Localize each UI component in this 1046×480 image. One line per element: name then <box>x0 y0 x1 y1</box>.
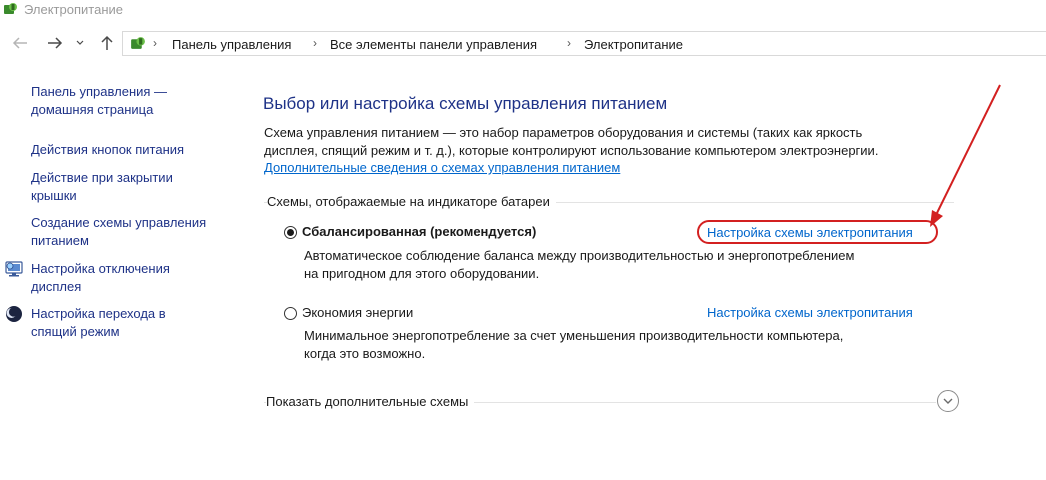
page-title: Выбор или настройка схемы управления пит… <box>263 94 668 113</box>
sidebar-item-sleep[interactable]: Настройка перехода в спящий режим <box>31 305 166 341</box>
sidebar-item-label: Панель управления — <box>31 84 168 99</box>
sidebar-item-label: Действие при закрытии <box>31 170 173 185</box>
sidebar-item-label: спящий режим <box>31 324 120 339</box>
plan-description-line: Минимальное энергопотребление за счет ум… <box>304 328 844 343</box>
sleep-moon-icon <box>6 306 22 322</box>
breadcrumb-separator-icon: › <box>567 36 571 50</box>
power-saver-plan-settings-link[interactable]: Настройка схемы электропитания <box>707 305 913 320</box>
description-line: дисплея, спящий режим и т. д.), которые … <box>264 143 879 158</box>
chevron-down-icon <box>943 398 953 404</box>
breadcrumb-separator-icon: › <box>313 36 317 50</box>
power-options-window: Электропитание › Панель управления › Все… <box>0 0 1046 480</box>
sidebar-item-label: Создание схемы управления <box>31 215 207 230</box>
recent-pages-button[interactable] <box>73 33 87 53</box>
breadcrumb-control-panel[interactable]: Панель управления <box>172 37 291 52</box>
sidebar-item-label: Настройка перехода в <box>31 306 166 321</box>
power-options-icon <box>131 37 145 49</box>
description-line: Схема управления питанием — это набор па… <box>264 125 863 140</box>
power-saver-plan-radio[interactable] <box>284 307 297 320</box>
sidebar-item-home[interactable]: Панель управления — домашняя страница <box>31 83 167 119</box>
power-saver-plan-label[interactable]: Экономия энергии <box>302 305 413 320</box>
sidebar-item-label: домашняя страница <box>31 102 154 117</box>
arrow-left-icon <box>12 37 27 49</box>
sidebar-item-power-buttons[interactable]: Действия кнопок питания <box>31 141 184 159</box>
balanced-plan-label[interactable]: Сбалансированная (рекомендуется) <box>302 224 536 239</box>
page-description: Схема управления питанием — это набор па… <box>264 124 878 160</box>
sidebar-item-display-off[interactable]: Настройка отключения дисплея <box>31 260 170 296</box>
power-options-icon <box>4 3 17 14</box>
arrow-right-icon <box>48 37 63 49</box>
window-title: Электропитание <box>24 2 123 17</box>
annotation-highlight-oval <box>697 220 938 244</box>
show-more-plans-label[interactable]: Показать дополнительные схемы <box>266 394 475 409</box>
arrow-up-icon <box>101 35 113 50</box>
power-saver-plan-description: Минимальное энергопотребление за счет ум… <box>304 327 843 363</box>
sidebar-item-lid-close[interactable]: Действие при закрытии крышки <box>31 169 173 205</box>
sidebar-item-label: дисплея <box>31 279 82 294</box>
breadcrumb-separator-icon: › <box>153 36 157 50</box>
balanced-plan-radio[interactable] <box>284 226 297 239</box>
address-bar[interactable]: › Панель управления › Все элементы панел… <box>122 31 1046 56</box>
chevron-down-icon <box>76 40 84 45</box>
forward-button[interactable] <box>45 33 65 53</box>
back-button[interactable] <box>10 33 30 53</box>
plans-group-label: Схемы, отображаемые на индикаторе батаре… <box>267 194 556 209</box>
sidebar-item-label: крышки <box>31 188 77 203</box>
balanced-plan-description: Автоматическое соблюдение баланса между … <box>304 247 854 283</box>
title-bar: Электропитание <box>0 0 1046 22</box>
more-info-link[interactable]: Дополнительные сведения о схемах управле… <box>264 160 620 175</box>
breadcrumb-all-items[interactable]: Все элементы панели управления <box>330 37 537 52</box>
plan-description-line: когда это возможно. <box>304 346 426 361</box>
up-button[interactable] <box>97 33 117 53</box>
sidebar-item-label: Настройка отключения <box>31 261 170 276</box>
display-off-icon <box>5 261 23 277</box>
plan-description-line: Автоматическое соблюдение баланса между … <box>304 248 855 263</box>
sidebar-item-create-plan[interactable]: Создание схемы управления питанием <box>31 214 206 250</box>
expand-more-plans-button[interactable] <box>937 390 959 412</box>
breadcrumb-power-options[interactable]: Электропитание <box>584 37 683 52</box>
plan-description-line: на пригодном для этого оборудовании. <box>304 266 540 281</box>
sidebar-item-label: Действия кнопок питания <box>31 142 185 157</box>
sidebar-item-label: питанием <box>31 233 89 248</box>
